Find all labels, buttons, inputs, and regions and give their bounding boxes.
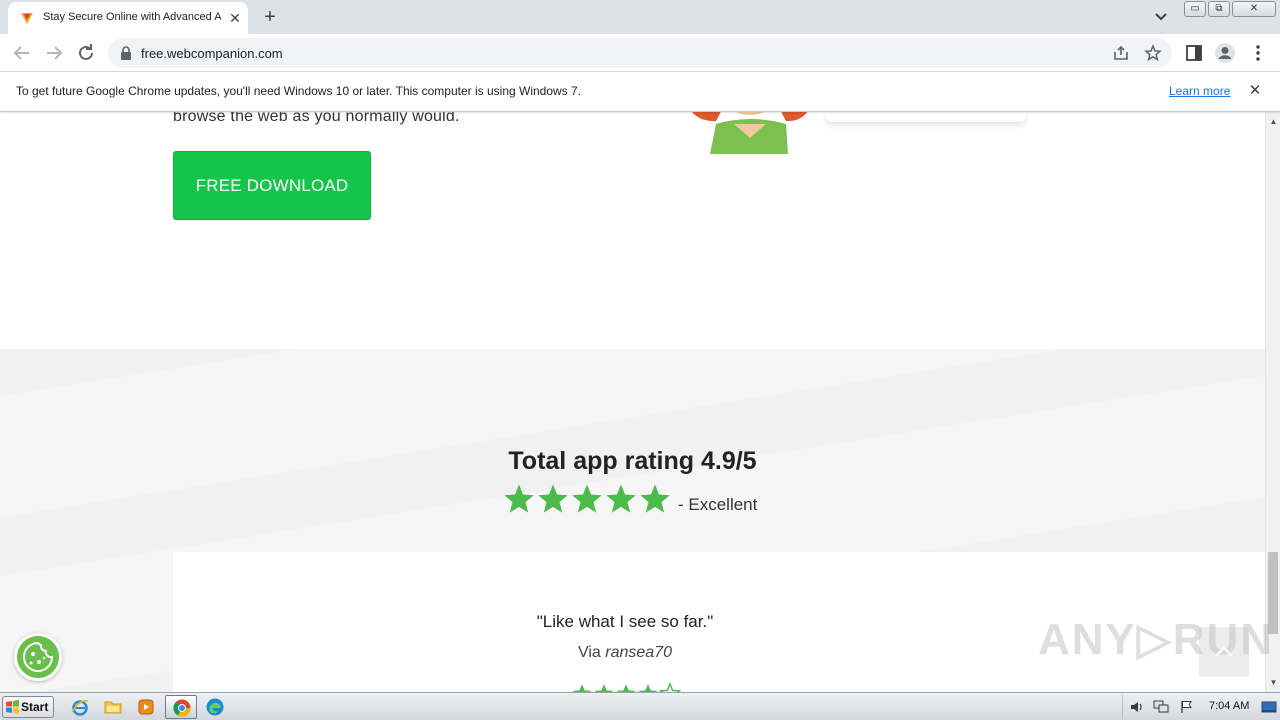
rating-title: Total app rating 4.9/5 xyxy=(508,447,757,475)
edge-icon[interactable] xyxy=(205,697,225,717)
address-bar[interactable]: free.webcompanion.com xyxy=(108,38,1172,68)
media-player-icon[interactable] xyxy=(136,697,156,717)
start-button[interactable]: Start xyxy=(2,696,54,718)
scroll-to-top-button[interactable] xyxy=(1199,627,1249,677)
taskbar-chrome-button[interactable] xyxy=(165,695,197,719)
tab-title: Stay Secure Online with Advanced A xyxy=(43,11,221,23)
page-scrollbar[interactable]: ▲ ▼ xyxy=(1265,112,1280,692)
scroll-up-arrow[interactable]: ▲ xyxy=(1266,114,1280,129)
restore-button[interactable]: ⧉ xyxy=(1208,1,1230,17)
forward-arrow-icon[interactable] xyxy=(42,41,66,65)
star-icon xyxy=(606,484,636,513)
internet-explorer-icon[interactable] xyxy=(70,697,90,717)
review-source: Via ransea70 xyxy=(173,644,1077,662)
windows-flag-icon xyxy=(6,700,19,714)
action-center-flag-icon[interactable] xyxy=(1179,700,1195,714)
url-text[interactable]: free.webcompanion.com xyxy=(141,46,283,61)
cookie-icon xyxy=(23,641,54,672)
back-arrow-icon[interactable] xyxy=(10,41,34,65)
share-icon[interactable] xyxy=(1112,44,1130,62)
tab-close-icon[interactable]: ✕ xyxy=(227,10,243,26)
tab-search-chevron-down-icon[interactable] xyxy=(1151,8,1171,26)
rating-label: - Excellent xyxy=(678,495,758,514)
start-label: Start xyxy=(21,700,49,714)
show-desktop-icon[interactable] xyxy=(1261,700,1277,714)
hero-text: browse the web as you normally would. xyxy=(173,112,460,125)
side-panel-icon[interactable] xyxy=(1183,42,1205,64)
hero-illustration xyxy=(692,112,808,154)
review-stars xyxy=(572,682,681,692)
star-icon xyxy=(538,484,568,513)
windows-taskbar: Start 7:04 AM xyxy=(0,692,1280,720)
folder-icon[interactable] xyxy=(103,697,123,717)
scroll-down-arrow[interactable]: ▼ xyxy=(1266,675,1280,690)
window-close-button[interactable]: ✕ xyxy=(1232,1,1276,17)
hero-card-shadow xyxy=(826,112,1026,122)
volume-icon[interactable] xyxy=(1129,700,1145,714)
minimize-button[interactable]: ▭ xyxy=(1184,1,1206,17)
restore-icon: ⧉ xyxy=(1215,3,1223,14)
cookie-settings-button[interactable] xyxy=(14,633,62,681)
star-outline-icon[interactable] xyxy=(1144,44,1162,62)
chevron-up-icon xyxy=(1215,646,1233,657)
window-close-icon: ✕ xyxy=(1249,3,1259,14)
network-icon[interactable] xyxy=(1153,700,1169,714)
star-icon xyxy=(572,484,602,513)
chrome-icon xyxy=(173,699,191,717)
plus-icon: + xyxy=(264,6,276,28)
minimize-icon: ▭ xyxy=(1190,3,1200,14)
rating-stars: - Excellent xyxy=(503,483,763,517)
lock-icon[interactable] xyxy=(120,46,132,60)
kebab-menu-icon[interactable] xyxy=(1247,42,1269,64)
update-infobar: To get future Google Chrome updates, you… xyxy=(0,72,1280,112)
system-tray: 7:04 AM xyxy=(1122,695,1278,719)
browser-toolbar: free.webcompanion.com xyxy=(0,34,1280,72)
review-via: Via xyxy=(577,644,601,661)
infobar-message: To get future Google Chrome updates, you… xyxy=(16,84,582,98)
page-viewport: browse the web as you normally would. FR… xyxy=(0,112,1265,692)
profile-icon[interactable] xyxy=(1214,42,1236,64)
free-download-button[interactable]: FREE DOWNLOAD xyxy=(173,151,371,220)
new-tab-button[interactable]: + xyxy=(258,6,282,28)
learn-more-link[interactable]: Learn more xyxy=(1169,84,1230,98)
tab-strip: Stay Secure Online with Advanced A ✕ + ▭… xyxy=(0,0,1280,34)
review-author: ransea70 xyxy=(605,644,672,661)
close-icon[interactable]: ✕ xyxy=(1247,83,1263,99)
webcompanion-favicon-icon xyxy=(21,13,33,24)
tab-webcompanion[interactable]: Stay Secure Online with Advanced A ✕ xyxy=(8,2,248,34)
taskbar-clock[interactable]: 7:04 AM xyxy=(1209,700,1249,712)
star-icon xyxy=(640,484,670,513)
star-icon xyxy=(504,484,534,513)
reload-icon[interactable] xyxy=(74,41,98,65)
review-quote: "Like what I see so far." xyxy=(536,612,714,631)
